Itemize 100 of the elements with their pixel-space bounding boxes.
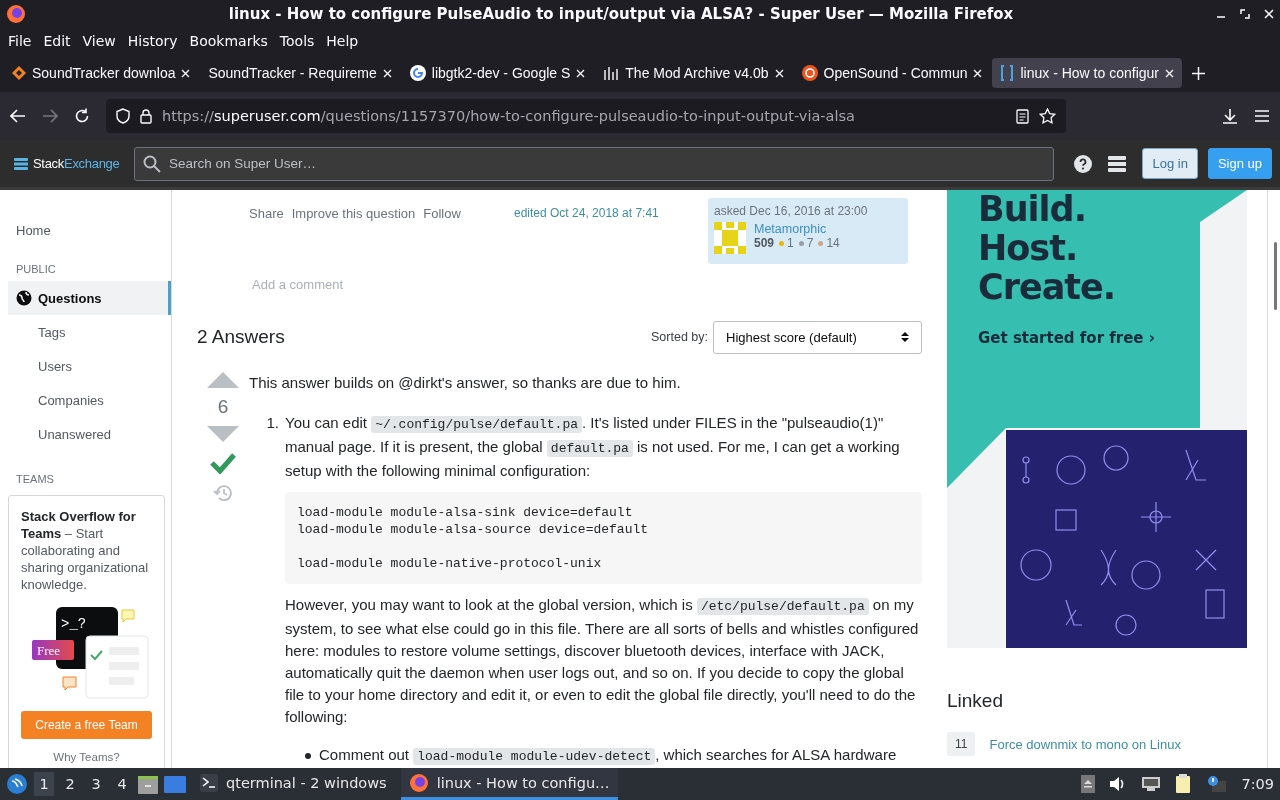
free-tag: Free [31, 640, 74, 660]
why-teams-link[interactable]: Why Teams? [21, 749, 152, 766]
code-block: load-module module-alsa-sink device=default load-module module-alsa-source device=default load-module module-native-protocol-unix [285, 492, 922, 584]
nav-link[interactable]: Home [0, 223, 171, 241]
ad-headline: Build. [978, 190, 1086, 229]
browser-tab[interactable]: SoundTracker downloa [4, 58, 199, 88]
search-field[interactable]: Search on Super User… [134, 146, 1055, 181]
answer-paragraph: Comment out load-module module-udev-detect , which searches for ALSA hardware [319, 745, 897, 767]
nav-link[interactable]: Tags [0, 315, 171, 349]
vote-count: 6 [217, 396, 229, 418]
plus-icon[interactable] [1192, 66, 1205, 80]
menu-item[interactable]: Help [320, 31, 365, 51]
nav-link[interactable]: Companies [0, 383, 171, 417]
close-icon[interactable] [382, 68, 392, 78]
maximize-icon[interactable] [1240, 9, 1250, 19]
star-icon[interactable] [1039, 108, 1056, 124]
badge-count: 14 [826, 236, 840, 250]
menu-item[interactable]: Tools [273, 31, 321, 51]
globe-icon [16, 290, 32, 306]
diamond-icon [12, 66, 26, 80]
answer-paragraph: This answer builds on @dirkt's answer, so thanks are due to him. [249, 373, 682, 393]
lock-icon[interactable] [140, 108, 152, 124]
circle-logo-icon [801, 65, 818, 81]
sort-dropdown[interactable]: Highest score (default) [713, 320, 922, 354]
login-button[interactable]: Log in [1142, 148, 1198, 179]
clock: 7:09 [1241, 776, 1274, 792]
browser-tab[interactable]: SoundTracker - Requireme [200, 58, 400, 88]
menu-icon[interactable] [1254, 109, 1270, 123]
window-title: linux - How to configure PulseAudio to input/output via ALSA? - Super User — Mozilla Firefox [227, 5, 1015, 23]
reputation-score: 509 [754, 236, 775, 250]
help-icon[interactable] [1074, 154, 1093, 173]
close-icon[interactable] [181, 68, 191, 78]
menu-item[interactable]: View [76, 31, 122, 51]
answer-paragraph: You can edit ~/.config/pulse/default.pa . It's listed under FILES in the "pulseaudio(1)" manual page. If it is present, the global default.pa is not used. For me, I can get a working setup with the following minimal configuration: [285, 413, 901, 481]
answer-paragraph: However, you may want to look at the global version, which is /etc/pulse/default.pa on my system, to see what else could go in this file. There are all sorts of bells and whistles configured here: modules to restore volume settings, discover bluetooth devices, interface with JACK, automatically quit the daemon when user logs out, and so on. If you decide to copy the global file to your home directory and edit it, or even to edit the global file directly, you'll need to do the following: [285, 595, 920, 727]
post-action-link[interactable]: Improve this question [291, 206, 416, 266]
workspace-button[interactable]: 2 [60, 772, 80, 796]
close-icon[interactable] [1165, 68, 1174, 78]
browser-tab[interactable]: The Mod Archive v4.0b [595, 58, 792, 88]
bullet-dot [305, 753, 311, 759]
nav-link[interactable]: Users [0, 349, 171, 383]
close-icon[interactable] [774, 68, 784, 78]
workspace-button[interactable]: 1 [34, 772, 54, 796]
g-logo-icon [409, 65, 426, 81]
site-logo-text[interactable]: StackExchange [33, 156, 120, 171]
notification-icon[interactable] [1207, 775, 1228, 793]
close-icon[interactable] [1264, 9, 1274, 19]
vote-count-badge: 11 [947, 732, 976, 756]
network-icon[interactable] [1141, 776, 1162, 792]
post-action-link[interactable]: Follow [423, 206, 461, 266]
section-label: PUBLIC [15, 263, 57, 275]
chat-bubble-icon [121, 609, 134, 623]
window-icon[interactable] [164, 774, 186, 794]
nav-link[interactable]: Unanswered [0, 417, 171, 451]
badge-count: 1 [787, 236, 794, 250]
shield-icon[interactable] [116, 108, 130, 124]
firefox-icon [6, 4, 26, 24]
address-bar[interactable]: https://superuser.com/questions/1157370/how-to-configure-pulseaudio-to-input-output-via-alsa [106, 99, 1066, 133]
edited-link[interactable]: edited Oct 24, 2018 at 7:41 [514, 206, 708, 266]
scrollbar-thumb[interactable] [1274, 242, 1277, 310]
forward-arrow-icon[interactable] [42, 109, 58, 123]
close-icon[interactable] [973, 68, 983, 78]
close-icon[interactable] [576, 68, 586, 78]
sort-label: Sorted by: [651, 330, 708, 344]
menu-item[interactable]: File [2, 31, 38, 51]
site-switcher-icon[interactable] [1108, 154, 1127, 173]
workspace-button[interactable]: 3 [86, 772, 106, 796]
menu-item[interactable]: History [121, 31, 184, 51]
section-label: TEAMS [15, 473, 55, 485]
prompt-text: >_? [60, 616, 86, 632]
ad-headline: Host. [978, 229, 1078, 268]
download-icon[interactable] [1222, 108, 1238, 124]
brackets-icon [1000, 65, 1015, 81]
start-menu-icon[interactable] [6, 773, 28, 795]
list-card-drawing [85, 635, 148, 699]
sort-arrows-icon [901, 331, 909, 343]
browser-tab[interactable]: libgtk2-dev - Google S [401, 58, 594, 88]
reload-icon[interactable] [74, 108, 90, 124]
workspace-button[interactable]: 4 [112, 772, 132, 796]
bar-chart-icon [603, 66, 620, 80]
stack-logo-icon [14, 156, 28, 171]
terminal-icon [200, 773, 218, 792]
promo-text: Stack Overflow for Teams – Start collaborating and sharing organizational knowledge. [21, 508, 150, 593]
browser-tab[interactable]: OpenSound - Commun [793, 58, 991, 88]
search-icon [143, 154, 161, 173]
ad-cta-link[interactable]: Get started for free › [978, 329, 1155, 347]
menu-item[interactable]: Edit [37, 31, 77, 51]
taskbar-task[interactable]: linux - How to configu… [400, 768, 618, 800]
browser-tab[interactable]: linux - How to configur [992, 58, 1182, 88]
post-action-link[interactable]: Share [249, 206, 284, 266]
back-arrow-icon[interactable] [10, 109, 26, 123]
taskbar-task[interactable]: qterminal - 2 windows [192, 768, 395, 800]
linked-question-link[interactable]: Force downmix to mono on Linux [989, 736, 1181, 752]
file-manager-icon[interactable] [138, 774, 158, 794]
nav-link[interactable]: Questions [8, 281, 171, 315]
menu-item[interactable]: Bookmarks [183, 31, 274, 51]
reader-view-icon[interactable] [1016, 108, 1029, 124]
ad-banner[interactable]: Build. Host. Create. Get started for free › [947, 190, 1247, 648]
answers-heading: 2 Answers [197, 326, 286, 348]
eject-icon[interactable] [1081, 775, 1096, 793]
